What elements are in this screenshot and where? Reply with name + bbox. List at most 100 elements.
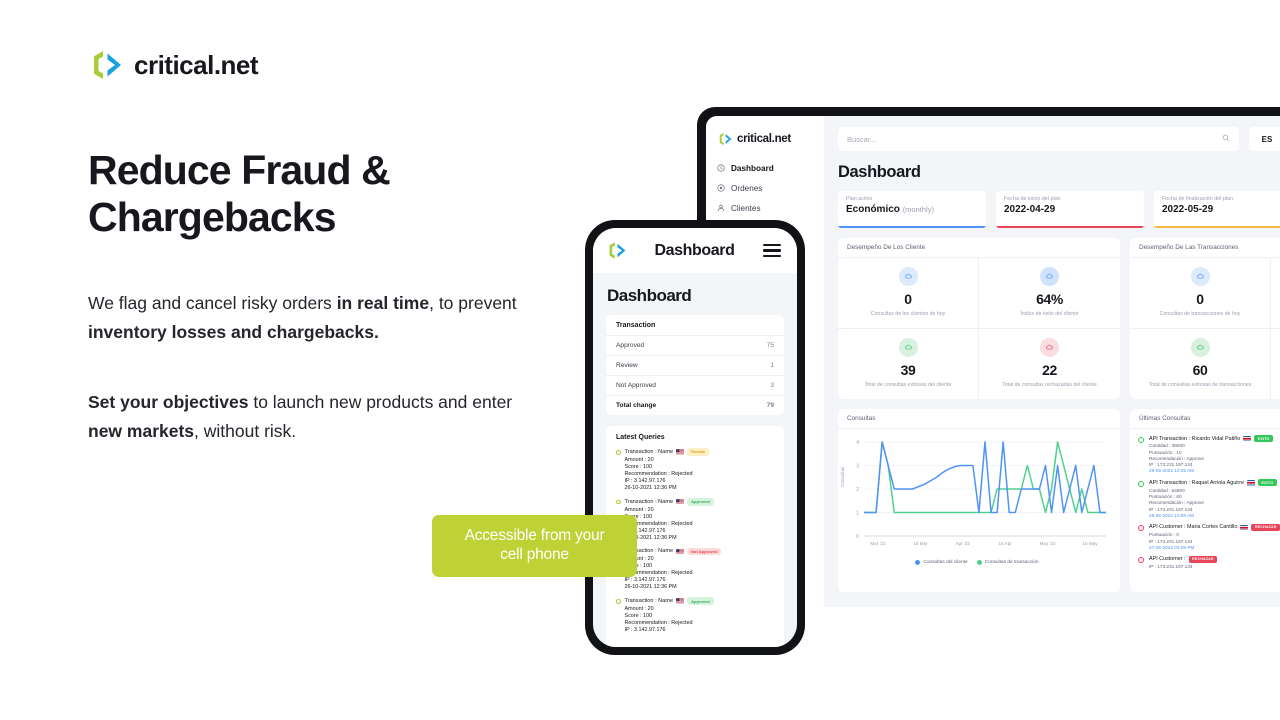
sidebar-item-clientes[interactable]: Clientes	[706, 198, 824, 218]
legend-item: Consultas del cliente	[915, 560, 968, 565]
row-label: Review	[616, 362, 638, 369]
marketing-column: critical.net Reduce Fraud & Chargebacks …	[88, 45, 558, 445]
status-dot-icon	[1138, 557, 1144, 564]
stat-label: Total de consultas rechazadas del client…	[1002, 382, 1097, 388]
plan-card-value: 2022-05-29	[1162, 204, 1214, 215]
search-input[interactable]: Buscar...	[838, 127, 1239, 151]
p1-part-a: We flag and cancel risky orders	[88, 293, 337, 314]
plan-card-accent-bar	[996, 225, 1144, 228]
table-row: Not Approved 3	[606, 375, 784, 395]
status-badge: Approved	[687, 597, 714, 606]
plan-card-accent-bar	[1154, 225, 1280, 228]
chart-y-axis-label: Consultas	[840, 466, 845, 487]
performance-cards-row: Desempeño De Los Cliente 0 Consultas de …	[838, 238, 1280, 399]
list-item-title: API Customer : RECHAZAR	[1149, 555, 1280, 563]
query-timestamp: 28-05-2022 10:58 AM	[1149, 512, 1195, 518]
query-detail-line: Recommendation : Rejected	[624, 520, 693, 527]
status-dot-icon	[616, 599, 621, 604]
latest-queries-card: Últimas Consultas API Transaction : Rica…	[1130, 409, 1280, 592]
hamburger-icon[interactable]	[762, 243, 781, 258]
row-value: 1	[770, 362, 774, 369]
stat-label: Consultas de transacciones de hoy	[1159, 311, 1241, 317]
query-detail-line: Amount : 20	[624, 506, 654, 513]
row-label: Not Approved	[616, 382, 656, 389]
query-detail-line: IP : 173.231.197.134	[1149, 564, 1193, 570]
stat-label: Consultas de los clientes de hoy	[870, 311, 946, 317]
plan-card-accent-bar	[838, 225, 986, 228]
query-detail-line: Recomendación : Approve	[1149, 500, 1204, 506]
list-item[interactable]: API Transaction : Raquel Arriola Aguirre…	[1138, 479, 1280, 518]
transaction-performance-card: Desempeño De Las Transacciones 0 Consult…	[1130, 238, 1280, 399]
search-placeholder: Buscar...	[847, 134, 877, 144]
list-item-body: Transaction : Name Approved Amount : 20 Sco…	[625, 597, 714, 633]
plan-card-label: Fecha de finalización del plan	[1162, 196, 1234, 202]
list-item-title: API Transaction : Raquel Arriola Aguirre…	[1149, 479, 1280, 487]
phone-topbar: Dashboard	[593, 228, 797, 273]
list-item[interactable]: API Customer : Maria Cortes Cantillo RECH…	[1138, 523, 1280, 550]
query-detail-line: Recommendation : Rejected	[624, 470, 693, 477]
plan-card-value: Económico (monthly)	[846, 204, 978, 215]
callout-line-1: Accessible from your	[464, 527, 605, 545]
status-badge: Not Approved	[687, 547, 722, 556]
svg-text:May '22: May '22	[1040, 541, 1056, 546]
svg-text:Apr '22: Apr '22	[956, 541, 971, 546]
p2-part-d: , without risk.	[194, 420, 297, 441]
paragraph-2: Set your objectives to launch new produc…	[88, 388, 518, 445]
list-item[interactable]: API Transaction : Ricardo Vidal Patiño EX…	[1138, 435, 1280, 473]
status-dot-icon	[1138, 436, 1144, 443]
legend-label: Consultas de transacción	[984, 560, 1039, 565]
desktop-main-content: Buscar... ES Dashboard Plan activo Econó…	[824, 116, 1280, 607]
sidebar-item-ordenes[interactable]: Ordenes	[706, 178, 824, 198]
cloud-icon	[898, 338, 918, 357]
svg-text:15 Mar: 15 Mar	[913, 541, 928, 546]
sidebar-item-dashboard[interactable]: Dashboard	[706, 158, 824, 178]
brand-logo: critical.net	[88, 45, 558, 85]
svg-text:1: 1	[856, 511, 859, 517]
phone-dashboard: Dashboard Dashboard Transaction Approved…	[593, 228, 797, 647]
query-detail-line: Score : 100	[624, 463, 653, 470]
list-item[interactable]: Transaction : Name Not Approved Amount : 2…	[616, 547, 774, 591]
query-detail-line: IP : 173.231.197.134	[1149, 506, 1193, 512]
sidebar-item-label: Dashboard	[731, 163, 774, 173]
phone-page-title: Dashboard	[607, 286, 692, 305]
list-item-body: API Transaction : Ricardo Vidal Patiño EX…	[1149, 435, 1280, 473]
query-title-text: Transaction : Name	[624, 598, 674, 605]
row-value: 79	[766, 402, 774, 409]
desktop-topbar: Buscar... ES	[838, 127, 1280, 151]
query-detail-line: IP : 3.142.97.176	[624, 477, 666, 484]
list-item-title: API Transaction : Ricardo Vidal Patiño EX…	[1149, 435, 1280, 442]
query-detail-line: Amount : 20	[624, 556, 654, 563]
list-item[interactable]: Transaction : Name Review Amount : 20 Score…	[616, 448, 774, 491]
query-timestamp: 27-05-2022 03:09 PM	[1149, 544, 1195, 550]
us-flag-icon	[676, 598, 685, 604]
language-selector[interactable]: ES	[1249, 127, 1280, 151]
card-title: Transaction	[616, 322, 656, 329]
query-detail-line: 26-10-2021 12:36 PM	[624, 584, 677, 591]
headline-line-1: Reduce Fraud &	[88, 147, 391, 193]
svg-text:15 Apr: 15 Apr	[999, 541, 1013, 546]
search-icon	[1222, 134, 1230, 144]
stat-cell: 64% Índice de éxito del cliente	[979, 258, 1120, 329]
callout-banner: Accessible from your cell phone	[432, 515, 637, 577]
status-dot-icon	[616, 499, 621, 505]
query-detail-line: Recommendation : Rejected	[624, 570, 693, 577]
list-item-body: Transaction : Name Approved Amount : 20 Sco…	[624, 497, 714, 541]
cloud-icon	[898, 267, 918, 286]
legend-swatch	[976, 560, 982, 565]
chart-series-line	[864, 441, 1106, 514]
list-item-title: Transaction : Name Not Approved	[625, 547, 722, 556]
plan-card-value-text: Económico	[846, 204, 900, 215]
query-detail-line: 26-10-2021 12:36 PM	[624, 484, 677, 491]
list-item[interactable]: Transaction : Name Approved Amount : 20 Sco…	[616, 497, 774, 541]
list-item[interactable]: API Customer : RECHAZAR IP : 173.231.197.1…	[1138, 555, 1280, 570]
plan-card-value: 2022-04-29	[1004, 204, 1056, 215]
phone-device-frame: Dashboard Dashboard Transaction Approved…	[585, 220, 805, 655]
stat-value: 64%	[1036, 291, 1063, 307]
stat-cell	[1271, 258, 1280, 329]
query-detail-line: Score : 100	[624, 513, 653, 520]
status-dot-icon	[616, 450, 621, 455]
phone-transaction-card: Transaction Approved 75 Review 1 Not App…	[606, 315, 784, 415]
p2-part-b: to launch new products and enter	[248, 392, 513, 413]
list-item[interactable]: Transaction : Name Approved Amount : 20 Sco…	[616, 597, 774, 633]
stat-label: Total de consultas exitosas de transacci…	[1148, 382, 1252, 388]
